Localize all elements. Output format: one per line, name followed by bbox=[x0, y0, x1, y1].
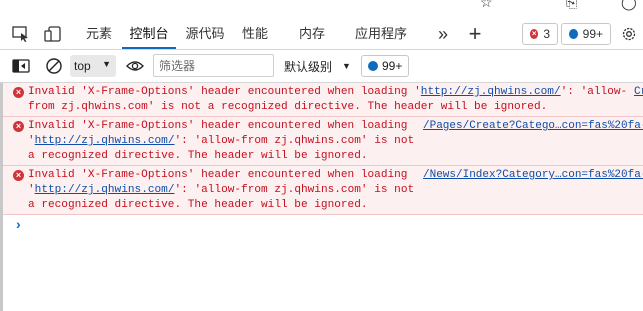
tab-application[interactable]: 应用程序 bbox=[350, 19, 412, 49]
error-count-badge[interactable]: × 3 bbox=[522, 23, 558, 45]
tab-sources[interactable]: 源代码 bbox=[178, 19, 232, 49]
device-emulation-icon[interactable] bbox=[43, 25, 63, 43]
chevron-down-icon: ▼ bbox=[102, 59, 111, 69]
message-text: Invalid 'X-Frame-Options' header encount… bbox=[28, 169, 415, 211]
console-error-message: × Invalid 'X-Frame-Options' header encou… bbox=[3, 83, 643, 117]
tab-console[interactable]: 控制台 bbox=[122, 19, 176, 49]
chevron-down-icon: ▼ bbox=[342, 61, 351, 71]
message-count: 99+ bbox=[582, 27, 603, 41]
favorite-icon[interactable]: ☆ bbox=[480, 0, 493, 11]
message-source-link[interactable]: Cr bbox=[634, 85, 643, 100]
tab-elements[interactable]: 元素 bbox=[78, 19, 120, 49]
log-levels-label: 默认级别 bbox=[284, 59, 333, 74]
message-icon bbox=[569, 29, 578, 39]
message-count-badge[interactable]: 99+ bbox=[561, 23, 611, 45]
settings-gear-icon[interactable] bbox=[619, 25, 639, 43]
message-text: Invalid 'X-Frame-Options' header encount… bbox=[28, 120, 415, 162]
tab-performance[interactable]: 性能 bbox=[234, 19, 276, 49]
more-tabs-button[interactable]: » bbox=[432, 19, 454, 49]
tab-memory[interactable]: 内存 bbox=[289, 19, 335, 49]
message-link[interactable]: http://zj.qhwins.com/ bbox=[421, 86, 561, 98]
error-icon: × bbox=[530, 29, 539, 39]
error-icon: × bbox=[13, 87, 24, 98]
profile-icon[interactable]: ◯ bbox=[621, 0, 637, 11]
message-link[interactable]: http://zj.qhwins.com/ bbox=[35, 184, 175, 196]
message-text: Invalid 'X-Frame-Options' header encount… bbox=[28, 86, 628, 113]
log-levels-dropdown[interactable]: 默认级别 ▼ bbox=[284, 55, 351, 77]
console-toolbar: top ▼ 默认级别 ▼ 99+ bbox=[0, 50, 643, 83]
clear-console-icon[interactable] bbox=[44, 56, 64, 76]
toggle-sidebar-icon[interactable] bbox=[11, 57, 31, 75]
issues-badge[interactable]: 99+ bbox=[361, 55, 409, 77]
window-top-strip: ☆ ⎘ ◯ bbox=[0, 0, 643, 14]
context-value: top bbox=[74, 59, 91, 73]
console-error-message: × Invalid 'X-Frame-Options' header encou… bbox=[3, 166, 643, 215]
console-prompt-chevron-icon[interactable]: › bbox=[16, 216, 21, 232]
add-tab-button[interactable]: + bbox=[464, 19, 486, 49]
live-expression-eye-icon[interactable] bbox=[125, 57, 145, 75]
console-error-message: × Invalid 'X-Frame-Options' header encou… bbox=[3, 117, 643, 166]
issues-count: 99+ bbox=[382, 59, 403, 73]
error-icon: × bbox=[13, 170, 24, 181]
devtools-tab-bar: 元素 控制台 源代码 性能 内存 应用程序 » + × 3 99+ bbox=[0, 19, 643, 50]
issues-icon bbox=[368, 61, 378, 71]
message-source-link[interactable]: /Pages/Create?Catego…con=fas%20fa- bbox=[423, 119, 643, 134]
message-link[interactable]: http://zj.qhwins.com/ bbox=[35, 135, 175, 147]
message-source-link[interactable]: /News/Index?Category…con=fas%20fa- bbox=[423, 168, 643, 183]
console-output[interactable]: × Invalid 'X-Frame-Options' header encou… bbox=[0, 83, 643, 311]
error-count: 3 bbox=[543, 27, 550, 41]
inspect-element-icon[interactable] bbox=[11, 25, 31, 43]
collections-icon[interactable]: ⎘ bbox=[566, 0, 577, 11]
context-selector[interactable]: top ▼ bbox=[70, 55, 116, 77]
error-icon: × bbox=[13, 121, 24, 132]
filter-input[interactable] bbox=[153, 54, 274, 77]
